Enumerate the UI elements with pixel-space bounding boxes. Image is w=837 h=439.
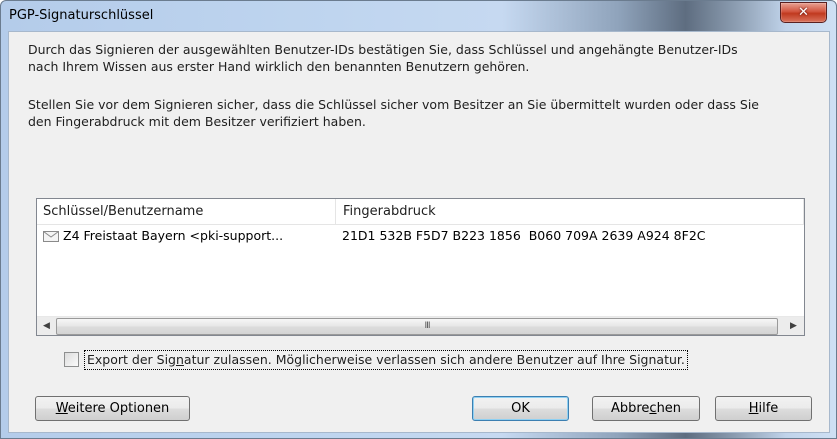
- button-mnemonic: W: [55, 401, 68, 416]
- scroll-thumb[interactable]: III: [56, 318, 778, 335]
- cancel-button[interactable]: Abbrechen: [592, 396, 700, 421]
- description-line: Durch das Signieren der ausgewählten Ben…: [28, 42, 738, 57]
- column-divider[interactable]: [803, 199, 804, 224]
- fingerprint-cell: 21D1 532B F5D7 B223 1856 B060 709A 2639 …: [342, 228, 706, 243]
- scroll-left-button[interactable]: ◀: [38, 317, 55, 335]
- key-list-header: Schlüssel/Benutzername Fingerabdruck: [37, 199, 804, 225]
- scroll-right-icon: ▶: [790, 321, 797, 331]
- description-line: Stellen Sie vor dem Signieren sicher, da…: [28, 97, 759, 112]
- close-button[interactable]: ✕: [780, 2, 827, 23]
- description-paragraph-2: Stellen Sie vor dem Signieren sicher, da…: [28, 96, 818, 130]
- column-header-key-username[interactable]: Schlüssel/Benutzername: [37, 199, 333, 224]
- help-button[interactable]: Hilfe: [715, 396, 812, 421]
- close-icon: ✕: [798, 5, 809, 20]
- scroll-grip-icon: III: [424, 321, 431, 331]
- scroll-right-button[interactable]: ▶: [785, 317, 802, 335]
- label-text: atur zulassen. Möglicherweise verlassen …: [183, 352, 685, 367]
- key-list-row[interactable]: Z4 Freistaat Bayern <pki-support... 21D1…: [37, 226, 804, 246]
- export-signature-checkbox[interactable]: [64, 352, 79, 367]
- column-divider[interactable]: [335, 199, 336, 224]
- description-line: nach Ihrem Wissen aus erster Hand wirkli…: [28, 59, 530, 74]
- more-options-button[interactable]: Weitere Optionen: [35, 396, 190, 421]
- button-mnemonic: c: [649, 401, 657, 416]
- envelope-icon: [43, 231, 59, 242]
- window-title: PGP-Signaturschlüssel: [9, 8, 154, 23]
- button-label: eitere Optionen: [67, 401, 170, 416]
- button-label: OK: [511, 401, 530, 416]
- column-header-fingerprint[interactable]: Fingerabdruck: [337, 199, 793, 224]
- title-bar[interactable]: PGP-Signaturschlüssel ✕: [1, 1, 836, 31]
- ok-button[interactable]: OK: [472, 396, 569, 421]
- button-label: hen: [656, 401, 682, 416]
- key-username-cell: Z4 Freistaat Bayern <pki-support...: [63, 228, 284, 243]
- export-signature-label[interactable]: Export der Signatur zulassen. Möglicherw…: [84, 350, 688, 370]
- horizontal-scrollbar[interactable]: ◀ III ▶: [37, 316, 804, 335]
- description-paragraph-1: Durch das Signieren der ausgewählten Ben…: [28, 41, 818, 75]
- button-label: Abbre: [610, 401, 650, 416]
- key-list[interactable]: Schlüssel/Benutzername Fingerabdruck Z4 …: [36, 198, 805, 336]
- label-mnemonic: n: [175, 352, 184, 367]
- label-text: Export der Sig: [87, 352, 176, 367]
- description-line: den Fingerabdruck mit dem Besitzer verif…: [28, 114, 366, 129]
- button-label: ilfe: [758, 401, 779, 416]
- dialog-body: Durch das Signieren der ausgewählten Ben…: [8, 31, 830, 433]
- scroll-left-icon: ◀: [43, 321, 50, 331]
- dialog-window: PGP-Signaturschlüssel ✕ Durch das Signie…: [0, 0, 837, 439]
